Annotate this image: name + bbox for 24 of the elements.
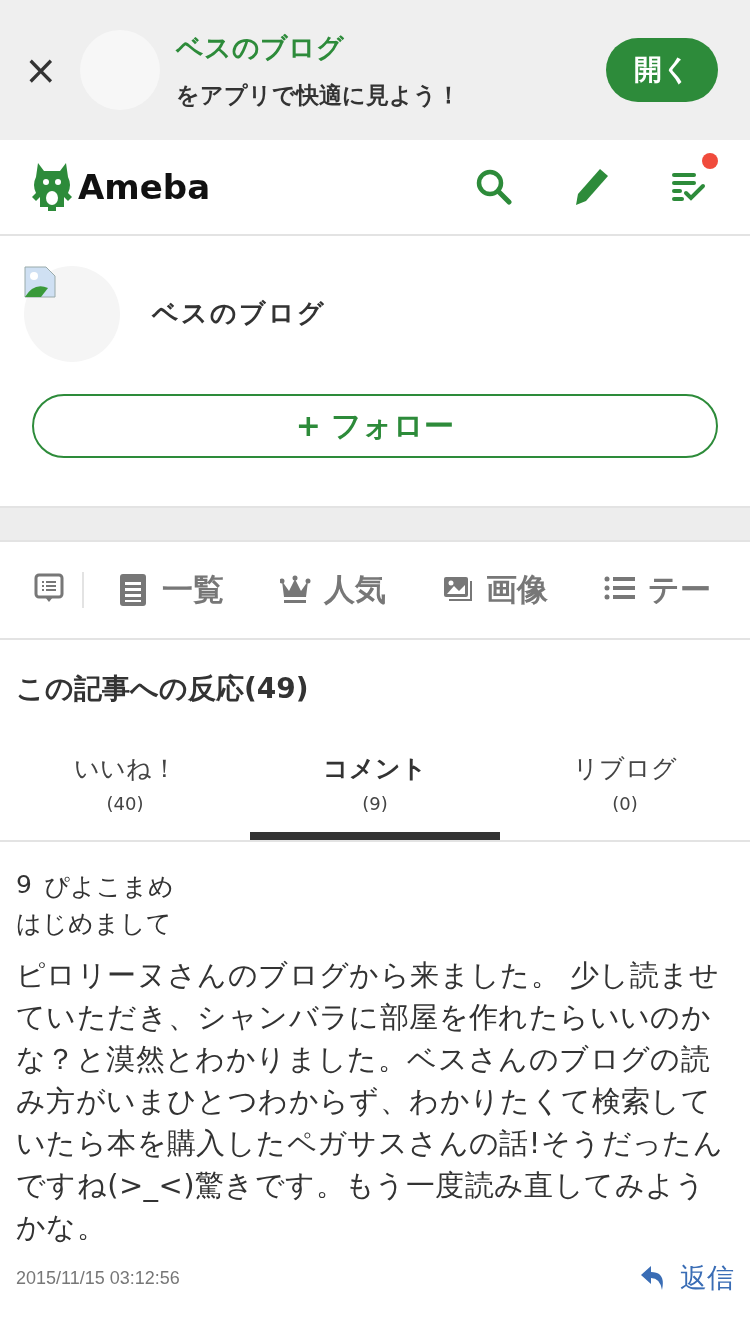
reaction-tab[interactable]: コメント (9) <box>250 748 500 840</box>
comment-author[interactable]: ぴよこまめ <box>43 870 174 903</box>
comment-text: ピロリーヌさんのブログから来ました。 少し読ませていただき、シャンバラに部屋を作れたらいいのかな？と漠然とわかりました。ベスさんのブログの読み方がいまひとつわからず、わかりたくて検索していたら本を購入したペガサスさんの話!そうだったんですね(>_<)驚きです。もう一度読み直してみようかな。 <box>16 957 725 1246</box>
banner-message: をアプリで快適に見よう！ <box>176 80 461 110</box>
nav-tab[interactable]: 一覧 <box>118 569 224 611</box>
follow-button[interactable]: + フォロー <box>32 394 718 458</box>
mascot-icon <box>32 161 72 213</box>
reply-button[interactable]: 返信 <box>640 1260 734 1296</box>
reaction-tab[interactable]: リブログ (0) <box>500 748 750 840</box>
comment-number: 9 <box>16 870 32 901</box>
comment-subject: はじめまして <box>16 908 173 940</box>
blog-title: ベスのブログ <box>152 296 326 330</box>
logo[interactable]: Ameba <box>78 167 211 207</box>
close-button[interactable]: × <box>24 50 56 90</box>
pencil-icon <box>574 167 610 207</box>
section-title: この記事への反応(49) <box>15 671 310 707</box>
nav-tab[interactable]: 画像 <box>442 569 548 611</box>
reaction-tab[interactable]: いいね！ (40) <box>0 748 250 840</box>
open-button[interactable]: 開く <box>606 38 718 102</box>
search-icon <box>474 167 514 207</box>
nav-tab[interactable]: テー <box>604 569 711 611</box>
nav-tab[interactable]: 人気 <box>280 569 386 611</box>
comment-date: 2015/11/15 03:12:56 <box>16 1267 180 1289</box>
blog-name: ベスのブログ <box>176 30 345 65</box>
